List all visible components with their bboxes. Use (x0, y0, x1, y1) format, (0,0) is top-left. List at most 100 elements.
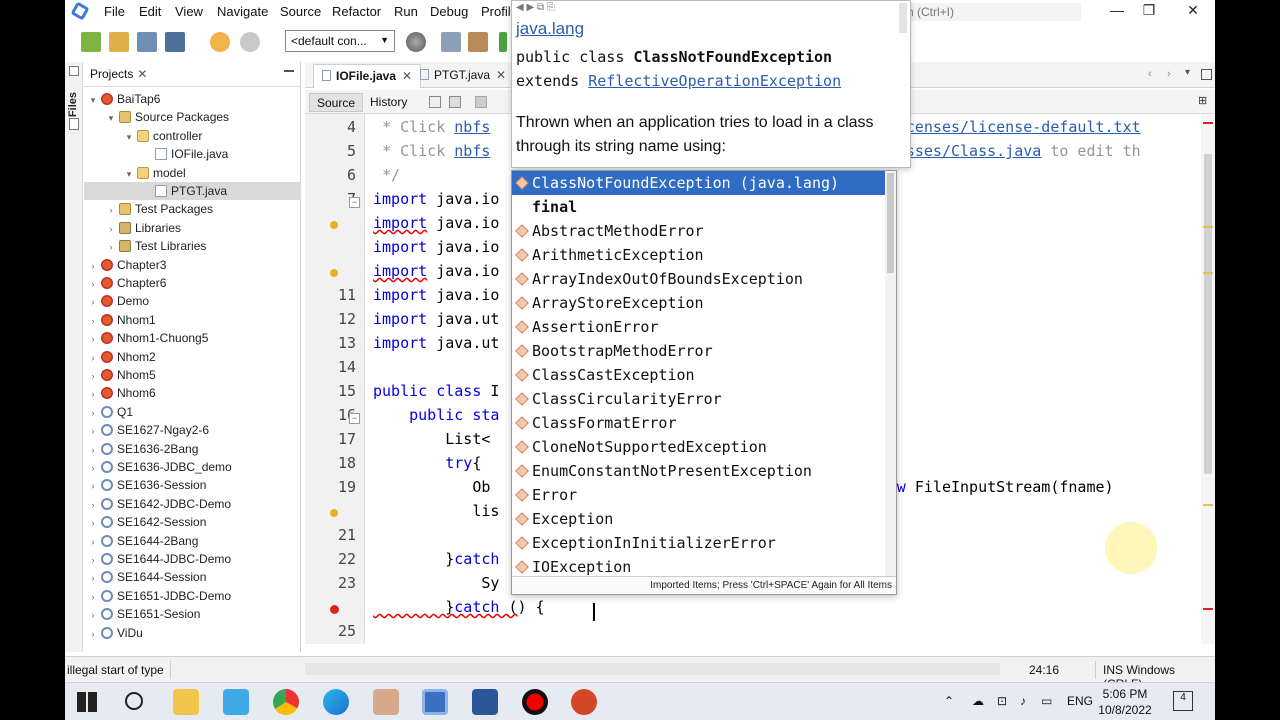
completion-item[interactable]: CloneNotSupportedException (512, 435, 885, 459)
new-project-icon[interactable] (109, 32, 129, 52)
undo-icon[interactable] (210, 32, 230, 52)
hint-bulb-icon[interactable] (330, 509, 338, 517)
powerpoint-icon[interactable] (571, 689, 597, 715)
tray-overflow-icon[interactable]: ⌃ (944, 694, 954, 708)
tab-ptgt[interactable]: PTGT.java ✕ (412, 64, 514, 88)
completion-item[interactable]: BootstrapMethodError (512, 339, 885, 363)
doc-nav-icons[interactable]: ◀ ▶ ⧉ ⎘ (516, 2, 555, 13)
doc-package-link[interactable]: java.lang (516, 19, 584, 39)
maximize-icon[interactable]: ❐ (1129, 2, 1169, 22)
collapse-icon[interactable]: ▾ (124, 165, 134, 183)
doc-superclass-link[interactable]: ReflectiveOperationException (588, 72, 841, 90)
network-icon[interactable]: ⊡ (997, 694, 1007, 708)
completion-item[interactable]: EnumConstantNotPresentException (512, 459, 885, 483)
projects-tab[interactable]: Projects ✕ (90, 67, 147, 81)
cloud-icon[interactable]: ☁ (972, 694, 984, 708)
menu-source[interactable]: Source (280, 4, 321, 19)
hint-bulb-icon[interactable] (330, 269, 338, 277)
services-icon[interactable] (69, 118, 79, 130)
expand-icon[interactable]: › (88, 385, 98, 403)
expand-icon[interactable]: › (88, 275, 98, 293)
menu-profile[interactable]: Profil (481, 4, 511, 19)
scrollbar-thumb[interactable] (1204, 154, 1212, 474)
collapse-icon[interactable]: ▾ (106, 109, 116, 127)
redo-icon[interactable] (240, 32, 260, 52)
completion-item[interactable]: ExceptionInInitializerError (512, 531, 885, 555)
expand-icon[interactable]: › (88, 477, 98, 495)
menu-debug[interactable]: Debug (430, 4, 468, 19)
record-icon[interactable] (522, 689, 548, 715)
tree-item[interactable]: › Test Libraries (84, 237, 301, 255)
completion-item[interactable]: ClassCastException (512, 363, 885, 387)
tree-item[interactable]: › SE1651-Sesion (84, 605, 301, 623)
close-tab-icon[interactable]: ✕ (496, 68, 506, 82)
tree-item[interactable]: › Nhom5 (84, 366, 301, 384)
snipping-tool-icon[interactable] (223, 689, 249, 715)
completion-item[interactable]: AbstractMethodError (512, 219, 885, 243)
word-icon[interactable] (472, 689, 498, 715)
warning-marker[interactable] (1203, 272, 1213, 274)
editor-scrollbar[interactable] (1201, 114, 1215, 644)
menu-refactor[interactable]: Refactor (332, 4, 381, 19)
expand-icon[interactable]: › (88, 404, 98, 422)
tree-item[interactable]: › Demo (84, 292, 301, 310)
close-tab-icon[interactable]: ✕ (137, 67, 147, 81)
close-window-icon[interactable]: ✕ (1173, 2, 1213, 22)
expand-icon[interactable]: › (88, 533, 98, 551)
expand-icon[interactable]: › (88, 330, 98, 348)
tree-item[interactable]: › SE1651-JDBC-Demo (84, 587, 301, 605)
expand-icon[interactable]: › (106, 238, 116, 256)
clock[interactable]: 5:06 PM 10/8/2022 (1095, 686, 1155, 718)
fold-icon[interactable]: − (349, 197, 360, 208)
completion-item[interactable]: ClassCircularityError (512, 387, 885, 411)
notification-icon[interactable]: 4 (1173, 691, 1193, 711)
expand-icon[interactable]: › (88, 606, 98, 624)
language-indicator[interactable]: ENG (1067, 694, 1093, 708)
save-all-icon[interactable] (165, 32, 185, 52)
tree-item[interactable]: › Nhom1-Chuong5 (84, 329, 301, 347)
tree-item[interactable]: › Q1 (84, 403, 301, 421)
netbeans-taskbar-icon[interactable] (422, 689, 448, 715)
tree-item[interactable]: ▾ model (84, 164, 301, 182)
tree-item[interactable]: › ViDu (84, 624, 301, 642)
completion-item[interactable]: Exception (512, 507, 885, 531)
tree-item[interactable]: ▾ BaiTap6 (84, 90, 301, 108)
expand-icon[interactable]: › (88, 422, 98, 440)
tree-item[interactable]: › SE1627-Ngay2-6 (84, 421, 301, 439)
tree-item[interactable]: › SE1636-JDBC_demo (84, 458, 301, 476)
last-edit-icon[interactable] (429, 96, 441, 108)
restore-window-icon[interactable] (69, 66, 79, 76)
expand-icon[interactable]: › (88, 367, 98, 385)
expand-icon[interactable]: › (88, 459, 98, 477)
back-icon[interactable] (449, 96, 461, 108)
tree-item[interactable]: › SE1642-Session (84, 513, 301, 531)
scroll-tabs-left-icon[interactable]: ‹ (1148, 68, 1152, 80)
completion-item[interactable]: ArrayIndexOutOfBoundsException (512, 267, 885, 291)
completion-item[interactable]: ClassFormatError (512, 411, 885, 435)
tree-item[interactable]: › Chapter6 (84, 274, 301, 292)
run-icon[interactable] (499, 32, 507, 52)
build-icon[interactable] (441, 32, 461, 52)
expand-icon[interactable]: › (88, 293, 98, 311)
search-icon[interactable] (125, 692, 143, 710)
scroll-tabs-right-icon[interactable]: › (1167, 68, 1171, 80)
clean-build-icon[interactable] (468, 32, 488, 52)
tree-item[interactable]: › SE1642-JDBC-Demo (84, 495, 301, 513)
collapse-icon[interactable]: ▾ (124, 128, 134, 146)
open-project-icon[interactable] (137, 32, 157, 52)
expand-icon[interactable]: › (88, 312, 98, 330)
expand-icon[interactable]: › (88, 496, 98, 514)
caret-position[interactable]: 24:16 (1029, 663, 1059, 677)
tree-item[interactable]: › SE1636-Session (84, 476, 301, 494)
expand-icon[interactable]: › (106, 220, 116, 238)
expand-icon[interactable]: › (88, 551, 98, 569)
expand-icon[interactable]: › (88, 441, 98, 459)
tree-item[interactable]: › Chapter3 (84, 256, 301, 274)
warning-marker[interactable] (1203, 226, 1213, 228)
completion-item[interactable]: ArithmeticException (512, 243, 885, 267)
tree-item[interactable]: PTGT.java (84, 182, 301, 200)
close-tab-icon[interactable]: ✕ (402, 69, 412, 83)
files-tab[interactable]: Files (67, 92, 79, 117)
tree-item[interactable]: › SE1644-2Bang (84, 532, 301, 550)
doc-scrollbar[interactable] (899, 3, 907, 33)
